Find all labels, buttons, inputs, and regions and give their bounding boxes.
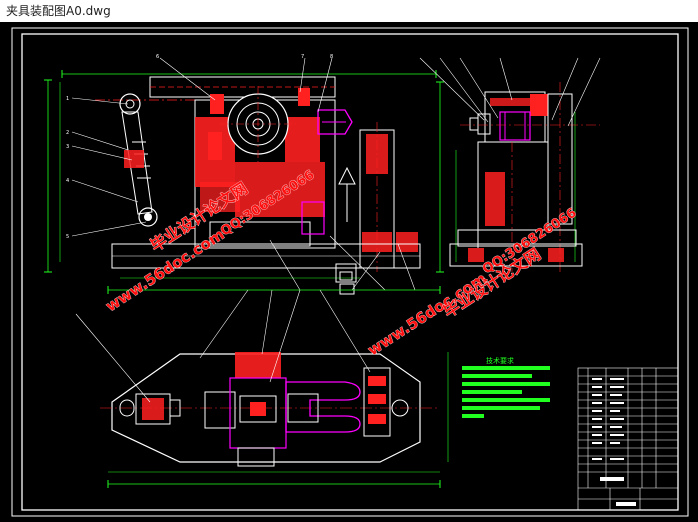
top-view [75,286,449,488]
svg-text:3: 3 [66,144,69,150]
front-view: 1 2 3 4 5 6 7 8 [44,54,437,295]
svg-text:8: 8 [330,54,333,60]
svg-text:1: 1 [66,96,69,102]
drawing-viewport[interactable]: 1 2 3 4 5 6 7 8 技术要求 www.56doc.com 毕业设计论文网 QQ… [0,22,698,522]
window-titlebar: 夹具装配图A0.dwg [0,0,698,22]
svg-text:5: 5 [66,234,69,240]
title-block [577,367,679,511]
window-title: 夹具装配图A0.dwg [6,4,111,18]
watermark-group-4: www.56doc.com [364,269,490,360]
svg-text:6: 6 [156,54,159,60]
notes-heading: 技术要求 [486,356,514,365]
svg-text:4: 4 [66,178,69,184]
svg-text:2: 2 [66,130,69,136]
technical-requirements: 技术要求 [462,356,550,418]
watermark-url-2: www.56doc.com [364,269,489,359]
cad-drawing-canvas[interactable]: 1 2 3 4 5 6 7 8 技术要求 www.56doc.com 毕业设计论文网 QQ… [0,22,698,522]
side-view [419,57,601,273]
svg-text:7: 7 [301,54,304,60]
